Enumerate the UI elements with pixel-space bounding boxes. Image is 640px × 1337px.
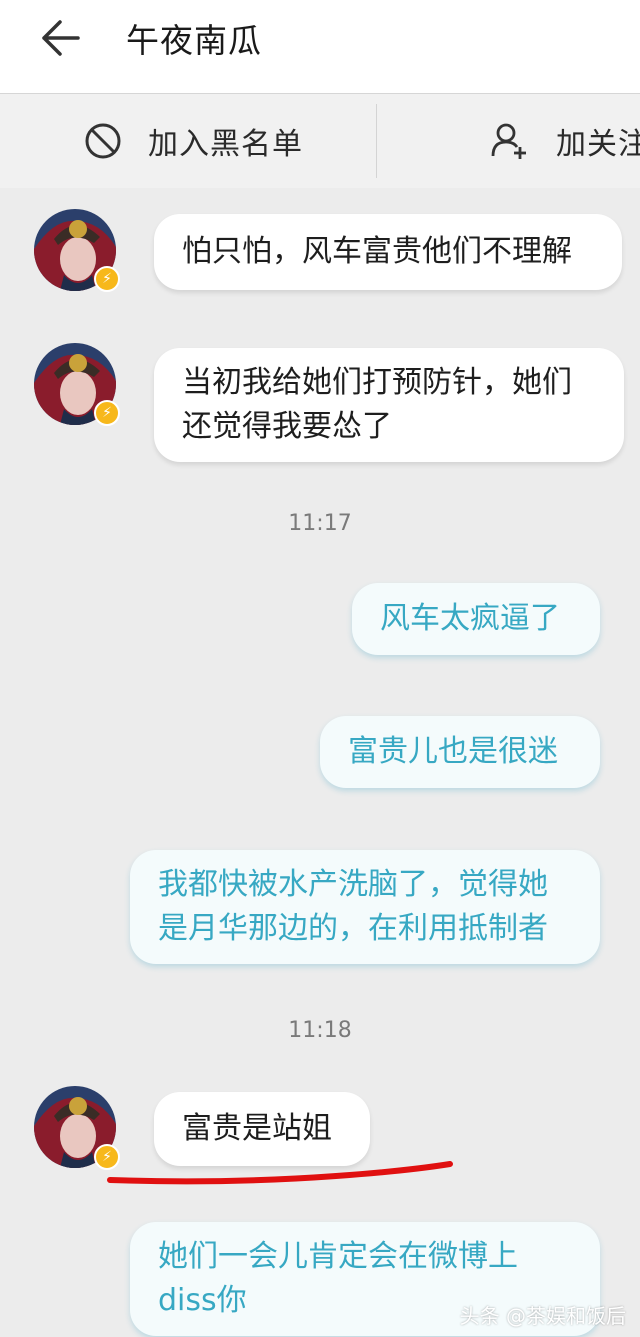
message-bubble-incoming[interactable]: 当初我给她们打预防针，她们 还觉得我要怂了 bbox=[154, 348, 624, 462]
message-bubble-incoming[interactable]: 怕只怕，风车富贵他们不理解 bbox=[154, 214, 622, 290]
message-bubble-outgoing[interactable]: 风车太疯逼了 bbox=[352, 583, 600, 655]
verified-badge-icon: ⚡ bbox=[94, 400, 120, 426]
block-button[interactable]: 加入黑名单 bbox=[84, 94, 303, 188]
watermark: 头条 @茶娱和饭后 bbox=[459, 1304, 626, 1328]
follow-label: 加关注 bbox=[556, 127, 640, 162]
action-divider bbox=[376, 104, 377, 178]
back-arrow-icon[interactable] bbox=[38, 18, 82, 58]
timestamp: 11:18 bbox=[288, 1018, 352, 1043]
chat-title: 午夜南瓜 bbox=[126, 21, 262, 60]
block-label: 加入黑名单 bbox=[148, 127, 303, 162]
follow-button[interactable]: 加关注 bbox=[490, 94, 640, 188]
message-bubble-outgoing[interactable]: 我都快被水产洗脑了，觉得她 是月华那边的，在利用抵制者 bbox=[130, 850, 600, 964]
top-bar: 午夜南瓜 bbox=[0, 0, 640, 94]
red-underline-annotation bbox=[107, 1161, 453, 1185]
add-user-icon bbox=[490, 121, 530, 161]
block-icon bbox=[84, 122, 122, 160]
message-bubble-outgoing[interactable]: 富贵儿也是很迷 bbox=[320, 716, 600, 788]
verified-badge-icon: ⚡ bbox=[94, 266, 120, 292]
timestamp: 11:17 bbox=[288, 511, 352, 536]
action-bar: 加入黑名单 加关注 bbox=[0, 94, 640, 188]
